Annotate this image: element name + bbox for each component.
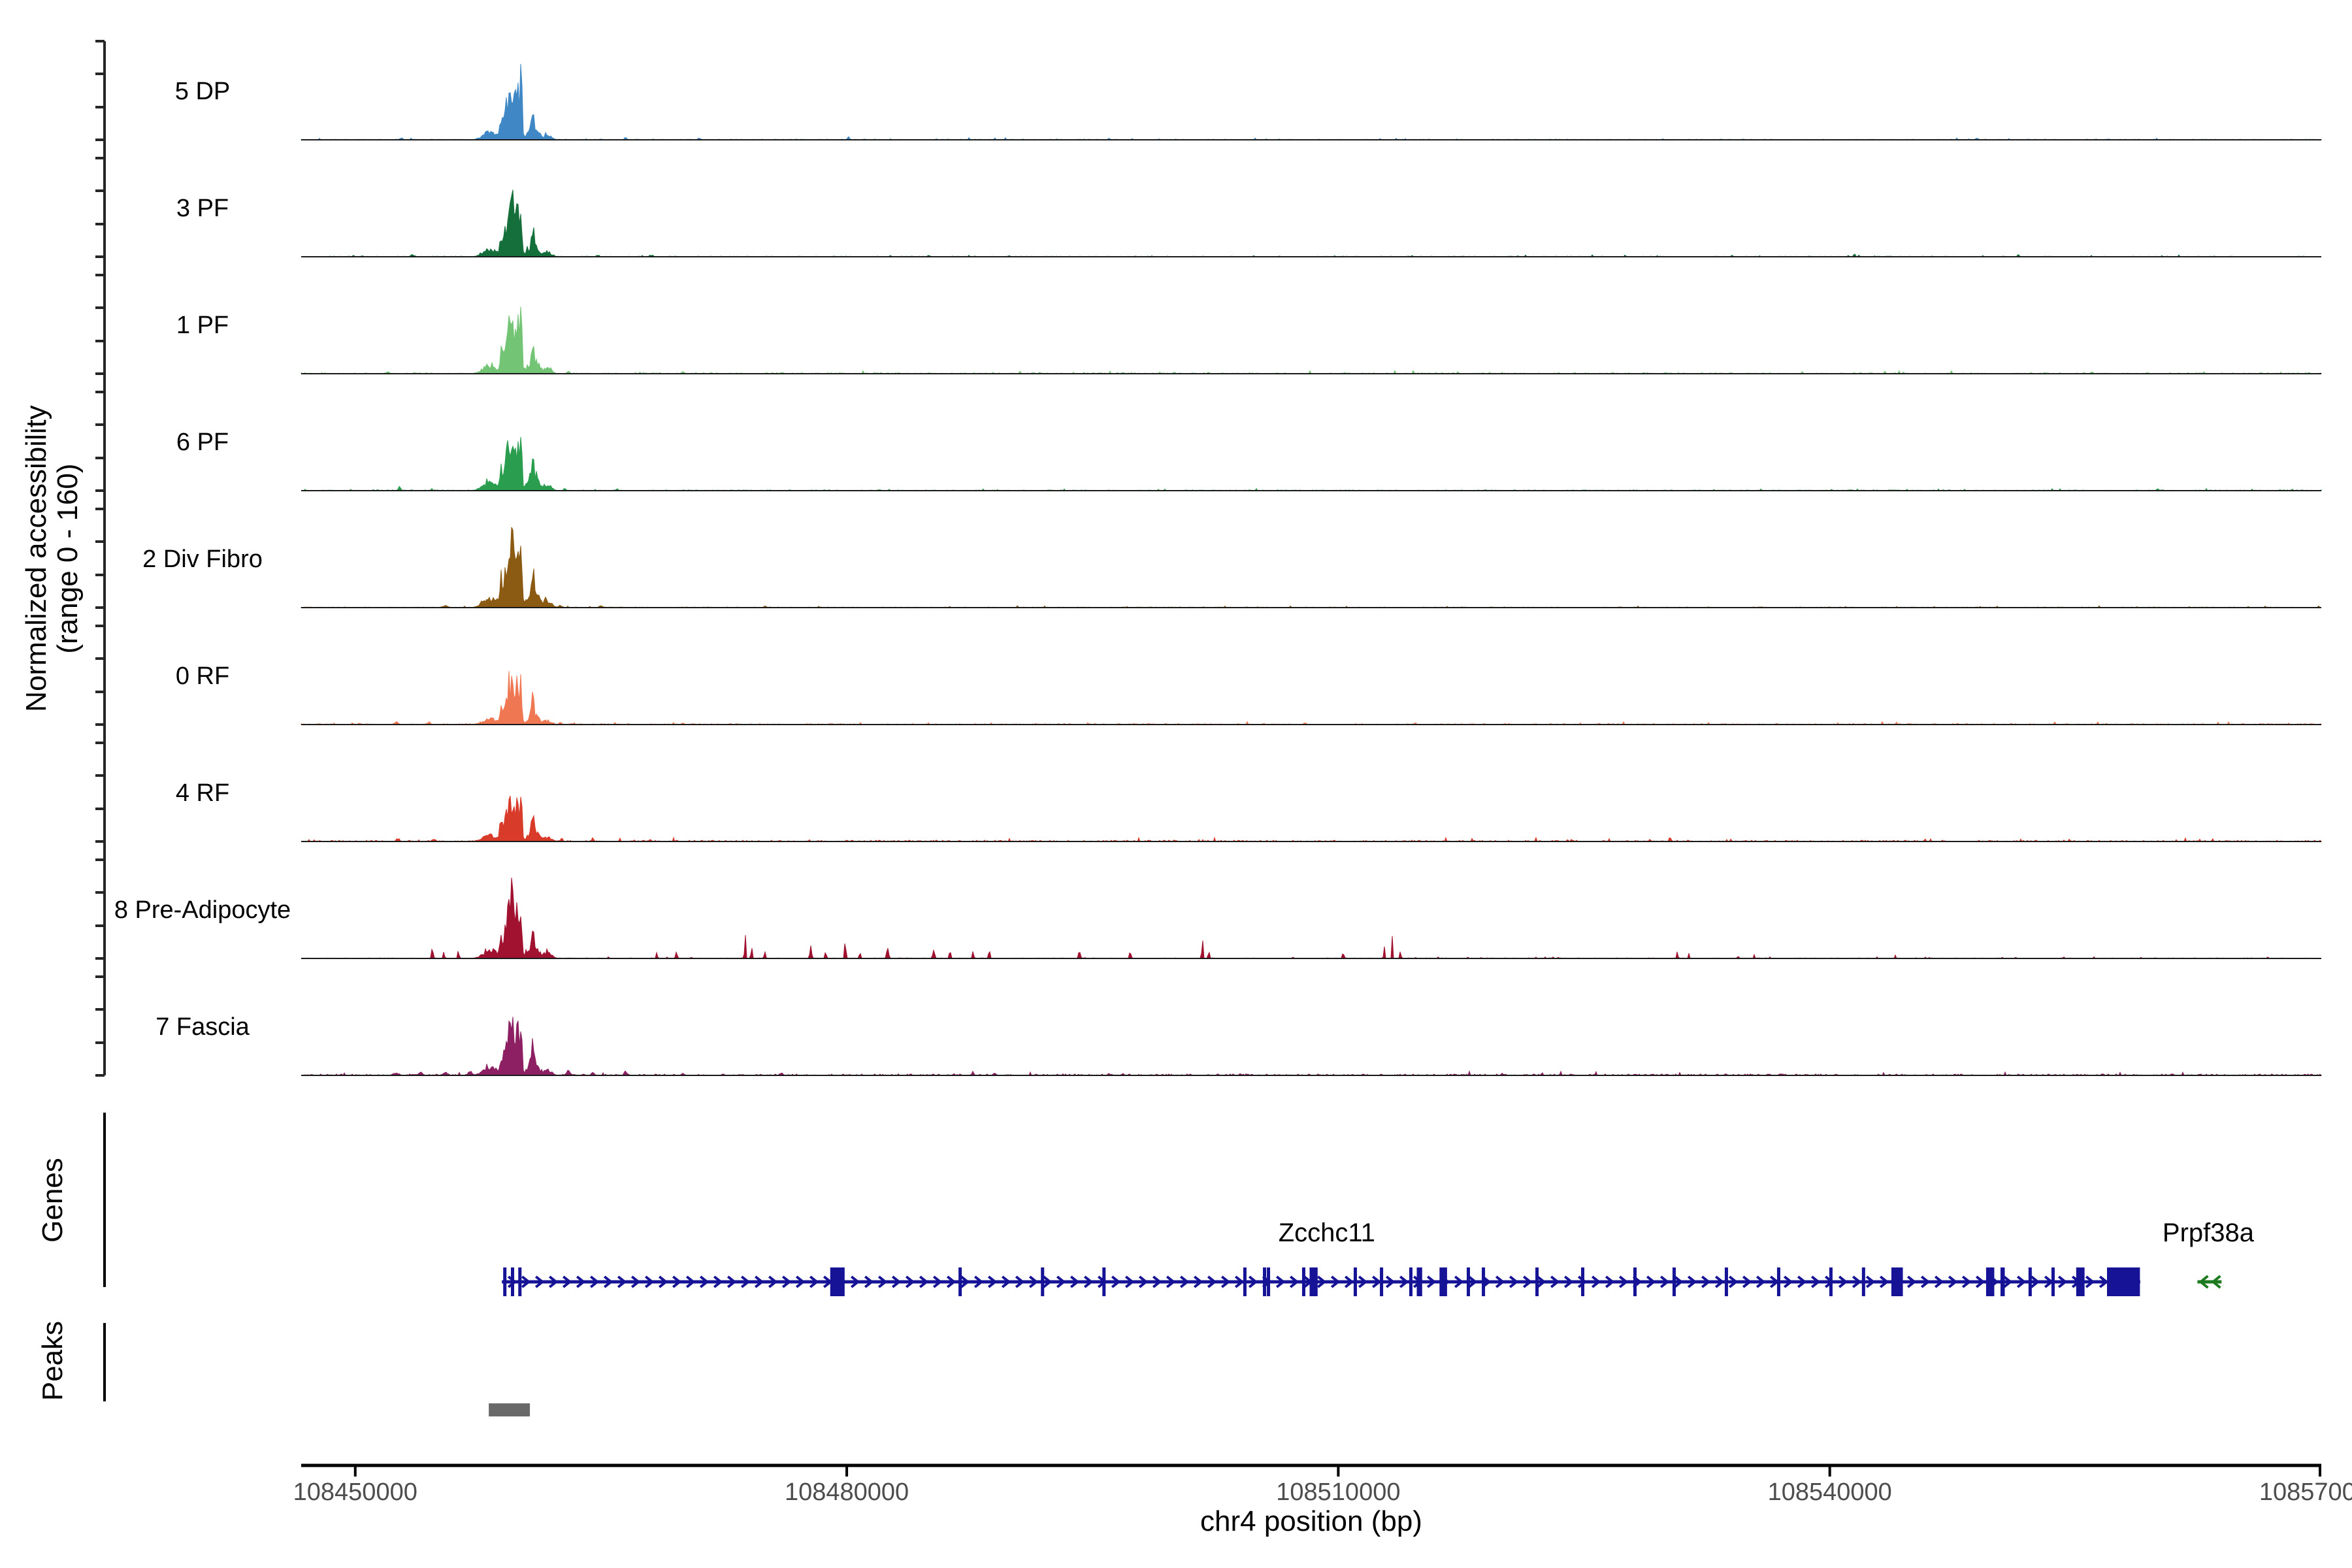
gene-exon <box>1354 1267 1357 1296</box>
gene-exon <box>1467 1267 1470 1296</box>
gene-exon <box>1309 1267 1317 1296</box>
track-label-5-dp: 5 DP <box>175 78 230 105</box>
x-tick-label: 108480000 <box>785 1478 909 1506</box>
y-axis-title-line1: Normalized accessibility <box>20 405 52 711</box>
gene-exon <box>511 1267 514 1296</box>
track-label-0-rf: 0 RF <box>176 662 229 690</box>
gene-exon <box>1380 1267 1383 1296</box>
gene-exon <box>1102 1267 1105 1296</box>
x-tick-label: 108540000 <box>1768 1478 1892 1506</box>
figure-background <box>0 0 2352 1568</box>
gene-exon <box>2029 1267 2032 1296</box>
gene-exon <box>518 1267 521 1296</box>
gene-exon <box>2076 1267 2085 1296</box>
track-label-3-pf: 3 PF <box>176 195 229 222</box>
gene-name-label: Zcchc11 <box>1279 1218 1375 1247</box>
gene-exon <box>958 1267 962 1296</box>
gene-exon <box>1862 1267 1865 1296</box>
gene-exon <box>1041 1267 1044 1296</box>
gene-exon <box>1482 1267 1485 1296</box>
gene-exon <box>1267 1267 1270 1296</box>
gene-exon <box>1673 1267 1676 1296</box>
genome-browser-figure: Normalized accessibility (range 0 - 160)… <box>0 0 2352 1568</box>
peaks-section-label: Peaks <box>37 1321 69 1401</box>
gene-exon <box>1535 1267 1539 1296</box>
gene-name-label: Prpf38a <box>2163 1218 2255 1247</box>
x-tick-label: 108450000 <box>293 1478 417 1506</box>
track-label-6-pf: 6 PF <box>176 429 229 456</box>
track-label-2-div-fibro: 2 Div Fibro <box>142 546 263 573</box>
x-tick-label: 108570000 <box>2259 1478 2352 1506</box>
gene-exon <box>1581 1267 1584 1296</box>
track-label-8-pre-adipocyte: 8 Pre-Adipocyte <box>114 896 291 924</box>
gene-exon <box>503 1267 506 1296</box>
track-label-7-fascia: 7 Fascia <box>155 1013 250 1041</box>
genes-section-label: Genes <box>37 1158 69 1243</box>
gene-exon <box>1409 1267 1413 1296</box>
gene-exon <box>1777 1267 1780 1296</box>
gene-exon <box>1439 1267 1447 1296</box>
gene-exon <box>1725 1267 1728 1296</box>
gene-exon <box>1891 1267 1903 1296</box>
gene-exon <box>1633 1267 1637 1296</box>
track-label-1-pf: 1 PF <box>176 312 229 339</box>
y-axis-title-line2: (range 0 - 160) <box>52 463 84 653</box>
gene-exon <box>2051 1267 2055 1296</box>
peak-region-bar <box>489 1403 530 1416</box>
gene-exon <box>1986 1267 1995 1296</box>
gene-exon <box>830 1267 845 1296</box>
gene-exon <box>1416 1267 1422 1296</box>
x-axis-title: chr4 position (bp) <box>1200 1505 1422 1537</box>
gene-exon <box>2001 1267 2005 1296</box>
gene-exon <box>2107 1267 2140 1296</box>
x-tick-label: 108510000 <box>1276 1478 1400 1506</box>
gene-exon <box>1302 1267 1305 1296</box>
gene-exon <box>1263 1267 1266 1296</box>
gene-exon <box>1829 1267 1833 1296</box>
peak-regions <box>489 1403 530 1416</box>
track-label-4-rf: 4 RF <box>176 779 229 807</box>
gene-exon <box>1243 1267 1247 1296</box>
